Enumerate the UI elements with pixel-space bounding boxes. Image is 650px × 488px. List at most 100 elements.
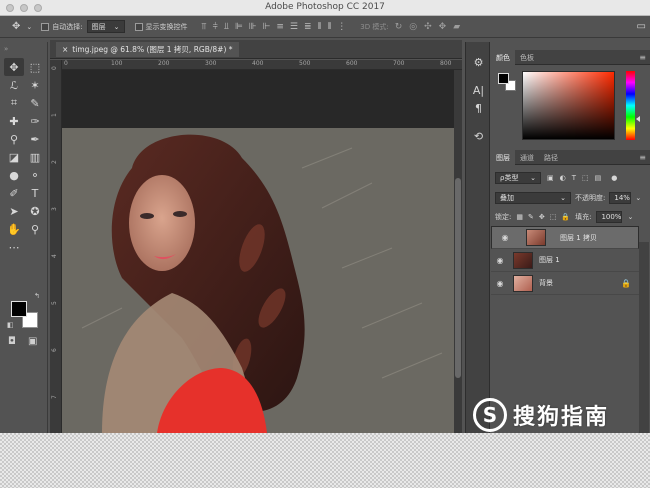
align-right-icon[interactable]: ⊩ xyxy=(263,22,271,32)
scale-3d-icon[interactable]: ▰ xyxy=(453,22,460,32)
blend-mode-value: 叠加 xyxy=(500,194,514,202)
align-hcenter-icon[interactable]: ⊪ xyxy=(249,22,257,32)
rotate-3d-icon[interactable]: ↻ xyxy=(395,22,403,32)
dodge-tool-icon[interactable]: ⚬ xyxy=(25,166,45,184)
layer-row[interactable]: ◉ 背景 🔒 xyxy=(491,272,639,295)
layer-row[interactable]: ◉ 图层 1 xyxy=(491,249,639,272)
default-colors-icon[interactable]: ◧ xyxy=(7,321,14,329)
layer-row[interactable]: ◉ 图层 1 拷贝 xyxy=(491,226,639,249)
drag-3d-icon[interactable]: ✣ xyxy=(424,22,432,32)
filter-adjustment-icon[interactable]: ◐ xyxy=(560,174,566,182)
layers-panel-menu-icon[interactable]: ≡ xyxy=(639,153,646,162)
eyedropper-tool-icon[interactable]: ✎ xyxy=(25,94,45,112)
canvas-scroll-thumb[interactable] xyxy=(455,178,461,378)
document-tab[interactable]: × timg.jpeg @ 61.8% (图层 1 拷贝, RGB/8#) * xyxy=(56,42,239,57)
align-bottom-icon[interactable]: ⫫ xyxy=(224,22,229,32)
clone-stamp-tool-icon[interactable]: ⚲ xyxy=(4,130,24,148)
toolbar-collapse-icon[interactable]: » xyxy=(4,45,8,53)
tab-channels[interactable]: 通道 xyxy=(515,150,539,165)
healing-brush-tool-icon[interactable]: ✚ xyxy=(4,112,24,130)
screen-mode-icon[interactable]: ▣ xyxy=(28,336,37,347)
align-left-icon[interactable]: ⊫ xyxy=(235,22,243,32)
crop-tool-icon[interactable]: ⌗ xyxy=(4,94,24,112)
mode-3d-label: 3D 模式: xyxy=(360,22,389,31)
magic-wand-tool-icon[interactable]: ✶ xyxy=(25,76,45,94)
marquee-tool-icon[interactable]: ⬚ xyxy=(25,58,45,76)
canvas-vertical-scrollbar[interactable] xyxy=(454,70,462,435)
swap-colors-icon[interactable]: ↰ xyxy=(34,292,40,300)
filter-pixel-icon[interactable]: ▣ xyxy=(547,174,554,182)
lock-all-icon[interactable]: 🔒 xyxy=(561,213,570,221)
tool-preset-chevron-icon[interactable]: ⌄ xyxy=(26,23,32,31)
lock-transparent-icon[interactable]: ▦ xyxy=(516,213,523,221)
lasso-tool-icon[interactable]: ℒ xyxy=(4,76,24,94)
lock-artboard-icon[interactable]: ⬚ xyxy=(550,213,557,221)
visibility-eye-icon[interactable]: ◉ xyxy=(496,233,514,242)
quick-mask-icon[interactable]: ◘ xyxy=(8,336,16,347)
foreground-color-swatch[interactable] xyxy=(11,301,27,317)
pen-tool-icon[interactable]: ✐ xyxy=(4,184,24,202)
move-tool-icon[interactable]: ✥ xyxy=(12,21,20,32)
distribute-right-icon[interactable]: ⋮ xyxy=(337,22,346,32)
slide-3d-icon[interactable]: ✥ xyxy=(439,22,447,32)
blur-tool-icon[interactable]: ● xyxy=(4,166,24,184)
filter-shape-icon[interactable]: ⬚ xyxy=(582,174,589,182)
path-selection-tool-icon[interactable]: ➤ xyxy=(4,202,24,220)
layer-lock-icon: 🔒 xyxy=(621,278,631,288)
tab-color[interactable]: 颜色 xyxy=(491,50,515,65)
lock-row: 锁定: ▦ ✎ ✥ ⬚ 🔒 填充: 100% ⌄ xyxy=(491,211,650,223)
window-title: Adobe Photoshop CC 2017 xyxy=(265,2,385,12)
type-tool-icon[interactable]: T xyxy=(25,184,45,202)
blend-mode-dropdown[interactable]: 叠加 ⌄ xyxy=(495,192,571,204)
paragraph-panel-icon[interactable]: ¶ xyxy=(466,102,491,115)
distribute-bottom-icon[interactable]: ≣ xyxy=(304,22,312,32)
history-panel-icon[interactable]: ⟲ xyxy=(466,130,491,143)
auto-select-checkbox[interactable] xyxy=(41,22,50,31)
move-tool-icon[interactable]: ✥ xyxy=(4,58,24,76)
tab-layers[interactable]: 图层 xyxy=(491,150,515,165)
hue-slider-marker[interactable] xyxy=(636,116,640,122)
workspace-menu-icon[interactable]: ▭ xyxy=(637,21,646,32)
fill-input[interactable]: 100% xyxy=(596,211,623,223)
document-image[interactable] xyxy=(62,128,454,433)
align-top-icon[interactable]: ⫪ xyxy=(202,22,207,32)
roll-3d-icon[interactable]: ◎ xyxy=(409,22,417,32)
panel-menu-icon[interactable]: ≡ xyxy=(639,53,646,62)
ruler-tick-label: 4 xyxy=(51,254,58,258)
visibility-eye-icon[interactable]: ◉ xyxy=(491,256,509,265)
close-tab-icon[interactable]: × xyxy=(62,45,68,54)
eraser-tool-icon[interactable]: ◪ xyxy=(4,148,24,166)
distribute-vcenter-icon[interactable]: ☰ xyxy=(290,22,298,32)
filter-smart-object-icon[interactable]: ▤ xyxy=(595,174,602,182)
lock-pixels-icon[interactable]: ✎ xyxy=(528,213,534,221)
brush-tool-icon[interactable]: ✑ xyxy=(25,112,45,130)
dropdown-arrow-icon: ⌄ xyxy=(530,174,536,182)
auto-select-dropdown[interactable]: 图层 ⌄ xyxy=(86,20,125,33)
filter-type-icon[interactable]: T xyxy=(572,174,576,182)
history-brush-tool-icon[interactable]: ✒ xyxy=(25,130,45,148)
visibility-eye-icon[interactable]: ◉ xyxy=(491,279,509,288)
properties-panel-icon[interactable]: ⚙ xyxy=(466,56,491,69)
filter-toggle-icon[interactable]: ● xyxy=(611,174,617,182)
character-panel-icon[interactable]: A| xyxy=(466,84,491,97)
tab-swatches[interactable]: 色板 xyxy=(515,50,539,65)
tab-paths[interactable]: 路径 xyxy=(539,150,563,165)
distribute-top-icon[interactable]: ≡ xyxy=(276,22,284,32)
color-picker-field[interactable] xyxy=(522,71,615,140)
opacity-input[interactable]: 14% xyxy=(609,192,632,204)
gradient-tool-icon[interactable]: ▥ xyxy=(25,148,45,166)
custom-shape-tool-icon[interactable]: ✪ xyxy=(25,202,45,220)
hue-slider[interactable] xyxy=(626,71,635,140)
show-transform-checkbox[interactable] xyxy=(134,22,143,31)
distribute-left-icon[interactable]: ⦀ xyxy=(318,22,322,32)
align-vcenter-icon[interactable]: ⫩ xyxy=(213,22,218,32)
opacity-chevron-icon[interactable]: ⌄ xyxy=(635,194,641,202)
more-tools-icon[interactable]: ⋯ xyxy=(4,238,24,256)
distribute-hcenter-icon[interactable]: ⫴ xyxy=(328,22,332,32)
layer-filter-dropdown[interactable]: ρ类型 ⌄ xyxy=(495,172,541,184)
hand-tool-icon[interactable]: ✋ xyxy=(4,220,24,238)
zoom-tool-icon[interactable]: ⚲ xyxy=(25,220,45,238)
panel-foreground-swatch[interactable] xyxy=(498,73,509,84)
lock-position-icon[interactable]: ✥ xyxy=(539,213,545,221)
fill-chevron-icon[interactable]: ⌄ xyxy=(627,213,633,221)
